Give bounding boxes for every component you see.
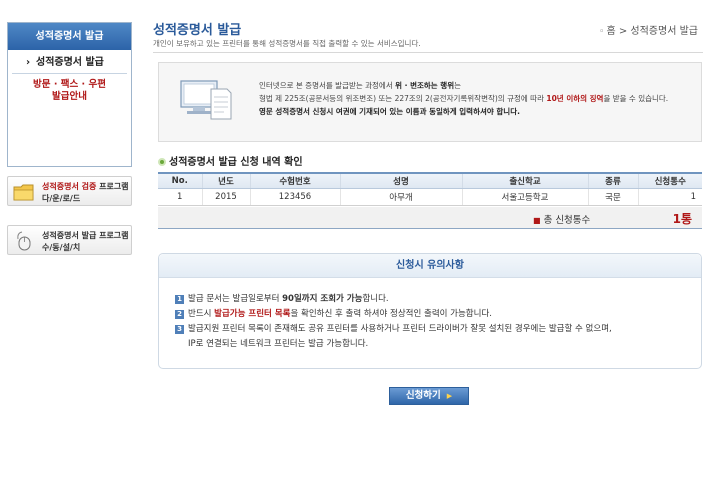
printer-list-link[interactable]: 발급가능 프린터 목록	[214, 309, 290, 319]
computer-document-icon	[180, 80, 232, 120]
sidebar-item-label: 성적증명서 발급	[36, 57, 104, 68]
sidebar-header: 성적증명서 발급	[8, 23, 131, 50]
breadcrumb: ◦ 홈 > 성적증명서 발급	[599, 22, 698, 37]
issue-program-install-link[interactable]: 성적증명서 발급 프로그램 수/동/설/치	[7, 225, 132, 255]
promo-title: 성적증명서 발급 프로그램	[42, 231, 129, 240]
sidebar-item-visit-guide[interactable]: 방문 · 팩스 · 우편 발급안내	[8, 79, 131, 103]
notice-text: 인터넷으로 본 증명서를 발급받는 과정에서 위 · 변조하는 행위는 형법 제…	[259, 81, 669, 116]
col-type: 종류	[587, 172, 638, 189]
total-value: 1통	[672, 212, 692, 226]
total-label: 총 신청통수	[543, 215, 591, 226]
sidebar-sub-line1: 방문 · 팩스 · 우편	[33, 79, 106, 90]
promo-subtitle: 수/동/설/치	[42, 243, 81, 252]
number-badge-icon: 3	[175, 325, 184, 334]
section-title: 성적증명서 발급 신청 내역 확인	[158, 153, 303, 168]
breadcrumb-home[interactable]: 홈	[606, 26, 615, 37]
square-bullet-icon: ■	[533, 216, 541, 225]
breadcrumb-current: 성적증명서 발급	[630, 26, 698, 37]
list-item: 1 발급 문서는 발급일로부터 90일까지 조회가 가능합니다.	[175, 292, 612, 307]
col-name: 성명	[339, 172, 462, 189]
page-subtitle: 개인이 보유하고 있는 프린터를 통해 성적증명서를 직접 출력할 수 있는 서…	[153, 39, 421, 48]
promo-title-highlight: 성적증명서 검증	[42, 182, 97, 191]
table-header-row: No. 년도 수험번호 성명 출신학교 종류 신청통수	[158, 172, 702, 189]
apply-button[interactable]: 신청하기 ▶	[389, 387, 469, 405]
chevron-right-icon: ›	[26, 57, 31, 68]
list-item: 3 발급지원 프린터 목록이 존재해도 공유 프린터를 사용하거나 프린터 드라이…	[175, 322, 612, 337]
play-arrow-icon: ▶	[446, 392, 453, 400]
cell-name: 아무개	[339, 188, 462, 206]
sidebar-sub-line2: 발급안내	[52, 91, 87, 102]
list-item-continued: IP로 연결되는 네트워크 프린터는 발급 가능합니다.	[188, 339, 369, 349]
sidebar-menu: 성적증명서 발급 › 성적증명서 발급 방문 · 팩스 · 우편 발급안내	[7, 22, 132, 167]
cell-exam-number: 123456	[249, 188, 340, 206]
title-divider	[153, 52, 703, 53]
promo-subtitle: 다/운/로/드	[42, 194, 81, 203]
caution-box: 신청시 유의사항 1 발급 문서는 발급일로부터 90일까지 조회가 가능합니다.…	[158, 253, 702, 369]
cell-school: 서울고등학교	[461, 188, 588, 206]
caution-list: 1 발급 문서는 발급일로부터 90일까지 조회가 가능합니다. 2 반드시 발급가…	[175, 292, 612, 352]
home-icon: ◦	[599, 27, 605, 37]
bullet-icon	[158, 158, 166, 166]
mouse-icon	[17, 231, 31, 251]
col-no: No.	[158, 172, 202, 189]
cell-copies: 1	[637, 188, 702, 206]
col-year: 년도	[201, 172, 250, 189]
application-table: No. 년도 수험번호 성명 출신학교 종류 신청통수 1 2015 12345…	[158, 172, 702, 206]
promo-title: 프로그램	[96, 182, 129, 191]
table-row: 1 2015 123456 아무개 서울고등학교 국문 1	[158, 188, 702, 206]
sidebar-item-transcript-issue[interactable]: › 성적증명서 발급	[12, 52, 127, 74]
total-copies-row: ■ 총 신청통수 1통	[158, 207, 702, 229]
page-title: 성적증명서 발급	[153, 23, 242, 38]
breadcrumb-separator: >	[615, 26, 631, 37]
folder-icon	[13, 184, 34, 201]
number-badge-icon: 1	[175, 295, 184, 304]
cell-type: 국문	[587, 188, 638, 206]
list-item: 2 반드시 발급가능 프린터 목록을 확인하신 후 출력 하셔야 정상적인 출력이…	[175, 307, 612, 322]
legal-notice-box: 인터넷으로 본 증명서를 발급받는 과정에서 위 · 변조하는 행위는 형법 제…	[158, 62, 702, 142]
verify-program-download-link[interactable]: 성적증명서 검증 프로그램 다/운/로/드	[7, 176, 132, 206]
number-badge-icon: 2	[175, 310, 184, 319]
col-copies: 신청통수	[637, 172, 702, 189]
cell-year: 2015	[201, 188, 250, 206]
cell-no: 1	[158, 188, 202, 206]
caution-title: 신청시 유의사항	[159, 254, 701, 278]
col-school: 출신학교	[461, 172, 588, 189]
col-exam-number: 수험번호	[249, 172, 340, 189]
